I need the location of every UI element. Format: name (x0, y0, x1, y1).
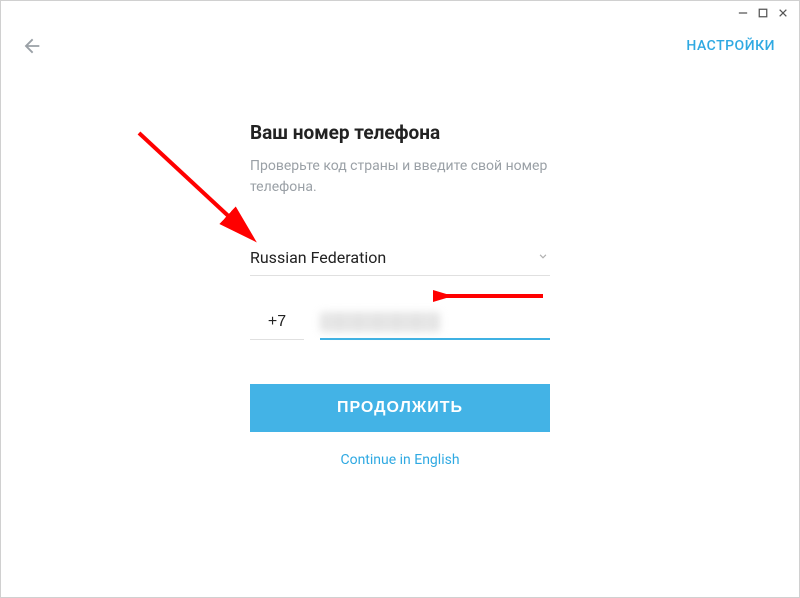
minimize-button[interactable] (737, 7, 749, 19)
page-subtitle: Проверьте код страны и введите свой номе… (250, 156, 550, 198)
page-title: Ваш номер телефона (250, 121, 550, 144)
maximize-button[interactable] (757, 7, 769, 19)
language-switch-link[interactable]: Continue in English (250, 452, 550, 468)
country-select[interactable]: Russian Federation (250, 248, 550, 276)
continue-button[interactable]: ПРОДОЛЖИТЬ (250, 384, 550, 432)
country-name: Russian Federation (250, 248, 386, 267)
phone-number-field[interactable] (320, 314, 550, 332)
close-button[interactable] (777, 7, 789, 19)
window-titlebar (1, 1, 799, 21)
chevron-down-icon (536, 248, 550, 267)
settings-link[interactable]: НАСТРОЙКИ (686, 38, 775, 54)
arrow-left-icon (21, 35, 43, 57)
dial-code-field[interactable] (250, 312, 304, 340)
signup-form: Ваш номер телефона Проверьте код страны … (250, 121, 550, 468)
back-button[interactable] (21, 35, 43, 57)
